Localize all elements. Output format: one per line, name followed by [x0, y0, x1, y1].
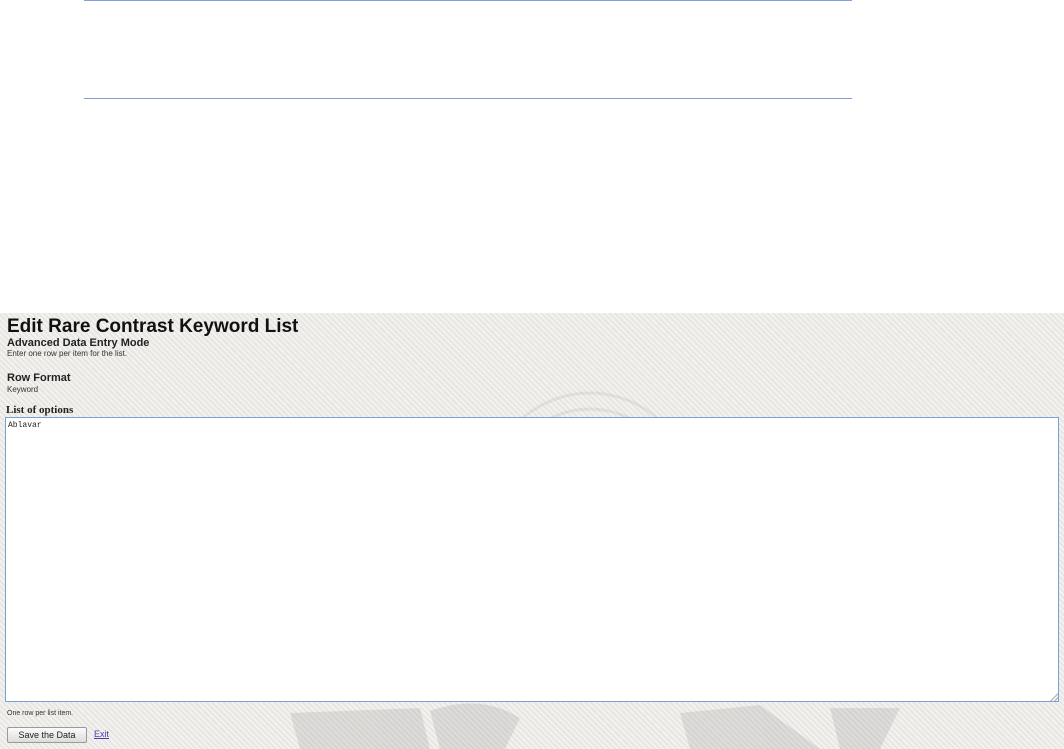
page-title: Edit Rare Contrast Keyword List — [7, 316, 299, 337]
bottom-rule — [84, 98, 852, 99]
mode-description: Enter one row per item for the list. — [7, 349, 128, 358]
exit-link[interactable]: Exit — [94, 729, 109, 739]
resize-grip-icon[interactable] — [1050, 693, 1058, 701]
row-format-heading: Row Format — [7, 372, 71, 384]
list-of-options-heading: List of options — [6, 404, 74, 416]
row-format-value: Keyword — [7, 385, 39, 394]
list-hint: One row per list item. — [7, 710, 74, 717]
list-of-options-textarea[interactable]: Ablavar — [5, 417, 1059, 702]
editor-panel: Edit Rare Contrast Keyword List Advanced… — [0, 313, 1064, 749]
save-the-data-button[interactable]: Save the Data — [7, 727, 87, 743]
top-rule — [84, 0, 852, 1]
